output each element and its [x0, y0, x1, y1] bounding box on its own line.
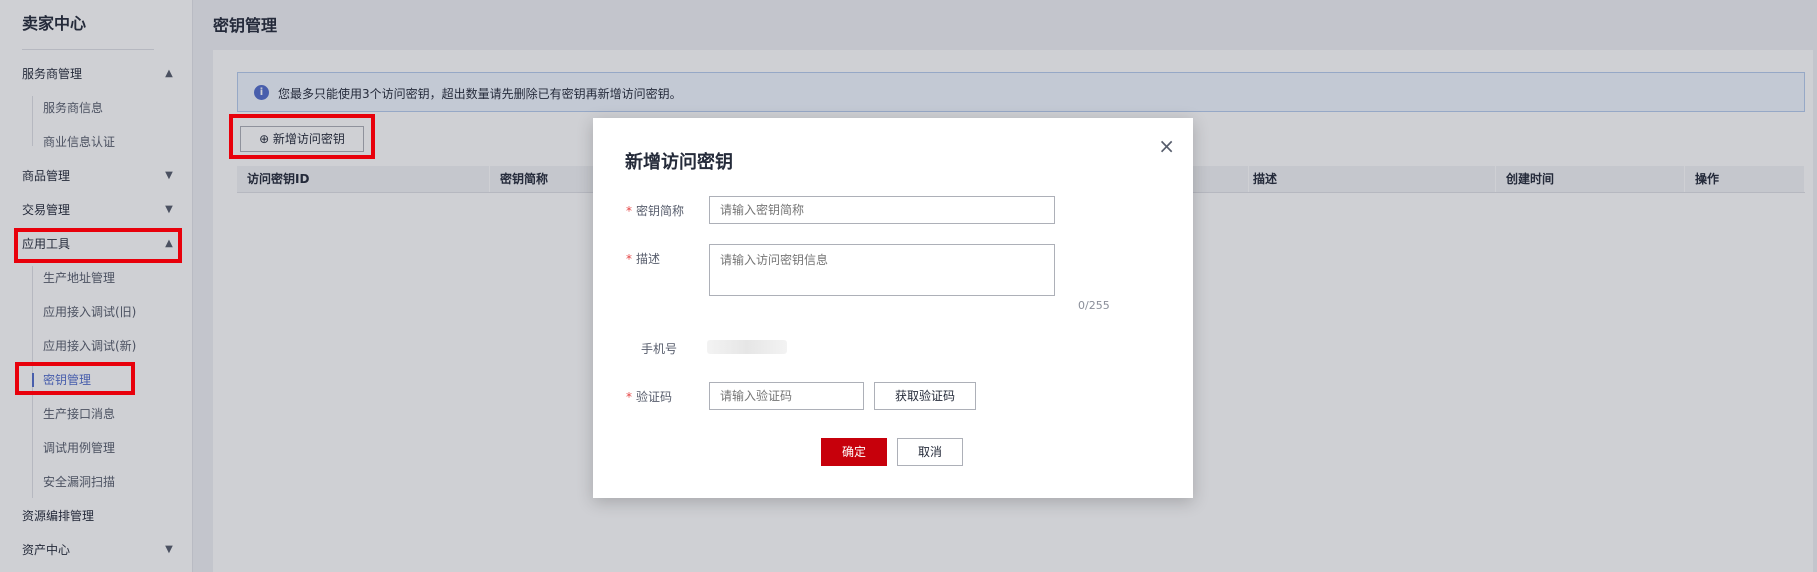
field-label-text: 密钥简称: [636, 204, 685, 218]
highlight-box: [15, 362, 135, 395]
verification-code-input[interactable]: [709, 382, 864, 410]
highlight-box: [229, 114, 375, 159]
highlight-box: [14, 228, 182, 263]
confirm-button[interactable]: 确定: [821, 438, 887, 466]
get-code-button[interactable]: 获取验证码: [874, 382, 976, 410]
key-name-input[interactable]: [709, 196, 1055, 224]
key-name-label: * 密钥简称: [626, 202, 684, 219]
masked-phone-number: [707, 340, 787, 354]
required-mark: *: [626, 204, 632, 218]
add-key-dialog: 新增访问密钥 × *密钥简称 *描述 0/255 手机号 *验证码 获取验证码 …: [593, 118, 1193, 498]
cancel-button[interactable]: 取消: [897, 438, 963, 466]
char-counter: 0/255: [1078, 299, 1110, 312]
phone-label: 手机号: [641, 342, 678, 356]
description-textarea[interactable]: [709, 244, 1055, 296]
code-label: * 验证码: [626, 388, 672, 405]
field-label-text: 描述: [636, 252, 661, 266]
close-icon[interactable]: ×: [1158, 134, 1175, 158]
description-label: * 描述: [626, 250, 660, 267]
required-mark: *: [626, 390, 632, 404]
dialog-title: 新增访问密钥: [625, 152, 733, 173]
required-mark: *: [626, 252, 632, 266]
field-label-text: 验证码: [636, 390, 673, 404]
